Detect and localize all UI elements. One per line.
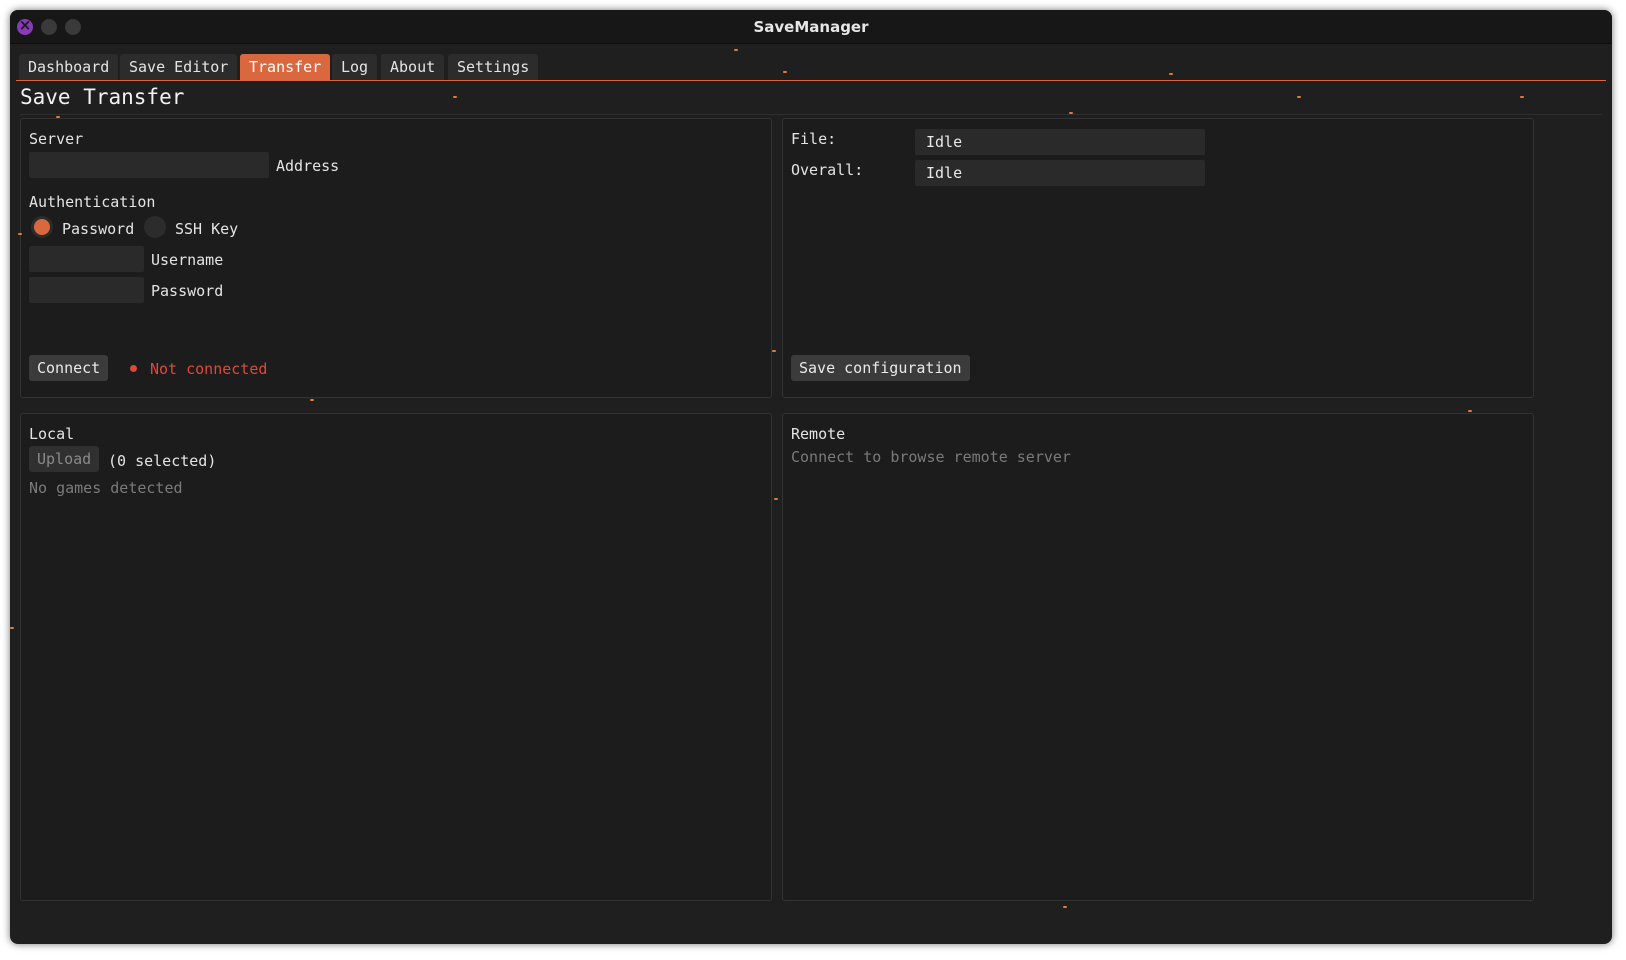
tab-dashboard[interactable]: Dashboard: [19, 54, 119, 80]
spark-particle: [310, 399, 314, 401]
spark-particle: [1069, 112, 1073, 114]
password-input[interactable]: [29, 277, 144, 303]
overall-progress-bar: Idle: [915, 160, 1205, 186]
file-progress-label: File:: [791, 130, 837, 148]
title-bar: SaveManager: [10, 10, 1612, 44]
spark-particle: [734, 49, 738, 51]
tab-transfer[interactable]: Transfer: [240, 54, 331, 80]
spark-particle: [774, 498, 778, 500]
save-configuration-button[interactable]: Save configuration: [791, 355, 970, 381]
local-section-label: Local: [29, 425, 75, 443]
password-radio[interactable]: [31, 216, 53, 238]
tab-underline: [16, 80, 1606, 81]
spark-particle: [1063, 906, 1067, 908]
spark-particle: [1169, 73, 1173, 75]
app-window: SaveManager Dashboard Save Editor Transf…: [10, 10, 1612, 944]
spark-particle: [783, 71, 787, 73]
title-separator: [20, 114, 1602, 115]
username-input[interactable]: [29, 246, 144, 272]
connect-button[interactable]: Connect: [29, 355, 109, 381]
password-label: Password: [151, 282, 224, 300]
spark-particle: [1468, 410, 1472, 412]
tab-about[interactable]: About: [381, 54, 445, 80]
selected-count: (0 selected): [108, 452, 217, 470]
server-panel: Server Address Authentication Password S…: [20, 118, 772, 398]
username-label: Username: [151, 251, 224, 269]
page-title: Save Transfer: [20, 85, 185, 109]
address-input[interactable]: [29, 152, 269, 178]
address-label: Address: [276, 157, 340, 175]
overall-progress-label: Overall:: [791, 161, 864, 179]
password-radio-label[interactable]: Password: [62, 220, 134, 238]
spark-particle: [10, 627, 14, 629]
spark-particle: [772, 350, 776, 352]
file-progress-bar: Idle: [915, 129, 1205, 155]
remote-section-label: Remote: [791, 425, 846, 443]
authentication-label: Authentication: [29, 193, 156, 211]
ssh-key-radio-label[interactable]: SSH Key: [175, 220, 238, 238]
spark-particle: [18, 233, 22, 235]
spark-particle: [453, 96, 457, 98]
ssh-key-radio[interactable]: [144, 216, 166, 238]
local-empty-message: No games detected: [29, 479, 183, 497]
remote-panel: Remote Connect to browse remote server: [782, 413, 1534, 901]
spark-particle: [1520, 96, 1524, 98]
window-title: SaveManager: [753, 18, 869, 36]
server-section-label: Server: [29, 130, 84, 148]
connection-status-dot: [130, 365, 137, 372]
spark-particle: [56, 116, 60, 118]
connection-status-text: Not connected: [150, 360, 268, 378]
tab-save-editor[interactable]: Save Editor: [120, 54, 238, 80]
remote-empty-message: Connect to browse remote server: [791, 448, 1071, 466]
tab-settings[interactable]: Settings: [448, 54, 539, 80]
tab-log[interactable]: Log: [332, 54, 378, 80]
progress-panel: File: Idle Overall: Idle Save configurat…: [782, 118, 1534, 398]
spark-particle: [1297, 96, 1301, 98]
local-panel: Local Upload (0 selected) No games detec…: [20, 413, 772, 901]
upload-button[interactable]: Upload: [29, 446, 100, 472]
